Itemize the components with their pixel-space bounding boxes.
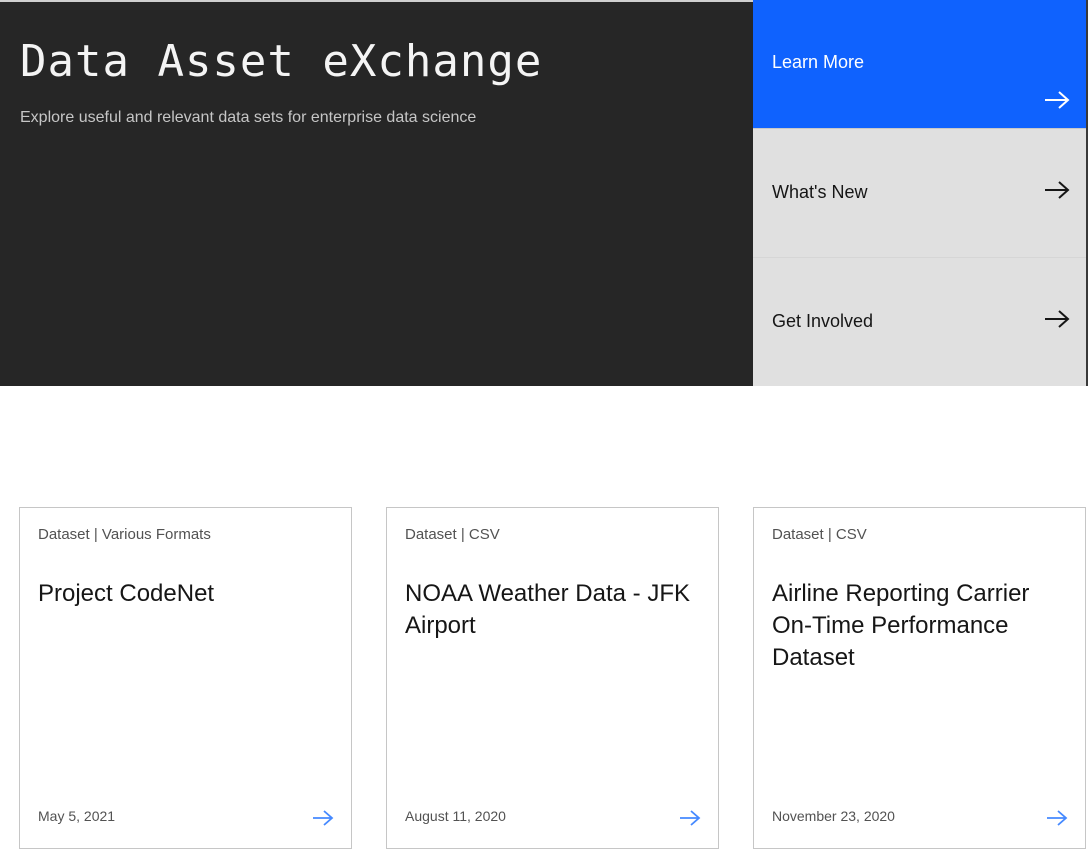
whats-new-link[interactable]: What's New bbox=[753, 128, 1086, 257]
arrow-right-icon bbox=[1045, 310, 1070, 328]
card-meta: Dataset | CSV bbox=[772, 526, 867, 543]
card-date: November 23, 2020 bbox=[772, 808, 895, 824]
card-date: August 11, 2020 bbox=[405, 808, 506, 824]
hero-banner: Data Asset eXchange Explore useful and r… bbox=[0, 0, 753, 386]
dataset-card-project-codenet[interactable]: Dataset | Various Formats Project CodeNe… bbox=[19, 507, 352, 849]
learn-more-label: Learn More bbox=[772, 52, 865, 72]
dataset-card-noaa-weather[interactable]: Dataset | CSV NOAA Weather Data - JFK Ai… bbox=[386, 507, 719, 849]
card-meta: Dataset | CSV bbox=[405, 526, 500, 543]
card-title: Project CodeNet bbox=[38, 580, 215, 607]
arrow-right-icon[interactable] bbox=[1046, 809, 1068, 827]
arrow-right-icon bbox=[1045, 181, 1070, 199]
card-meta: Dataset | Various Formats bbox=[38, 526, 211, 543]
page-title: Data Asset eXchange bbox=[20, 36, 543, 87]
arrow-right-icon bbox=[1045, 91, 1070, 109]
whats-new-label: What's New bbox=[772, 182, 868, 202]
card-date: May 5, 2021 bbox=[38, 808, 116, 824]
get-involved-link[interactable]: Get Involved bbox=[753, 257, 1086, 386]
arrow-right-icon[interactable] bbox=[679, 809, 701, 827]
hero-side-links: Learn More What's New Get Involved bbox=[753, 0, 1088, 386]
page-subtitle: Explore useful and relevant data sets fo… bbox=[20, 109, 477, 126]
card-title: NOAA Weather Data - JFK Airport bbox=[405, 580, 690, 639]
get-involved-label: Get Involved bbox=[772, 311, 874, 331]
arrow-right-icon[interactable] bbox=[312, 809, 334, 827]
learn-more-link[interactable]: Learn More bbox=[753, 0, 1086, 128]
card-title: Airline Reporting Carrier On-Time Perfor… bbox=[772, 580, 1030, 671]
dataset-card-airline-reporting[interactable]: Dataset | CSV Airline Reporting Carrier … bbox=[753, 507, 1086, 849]
